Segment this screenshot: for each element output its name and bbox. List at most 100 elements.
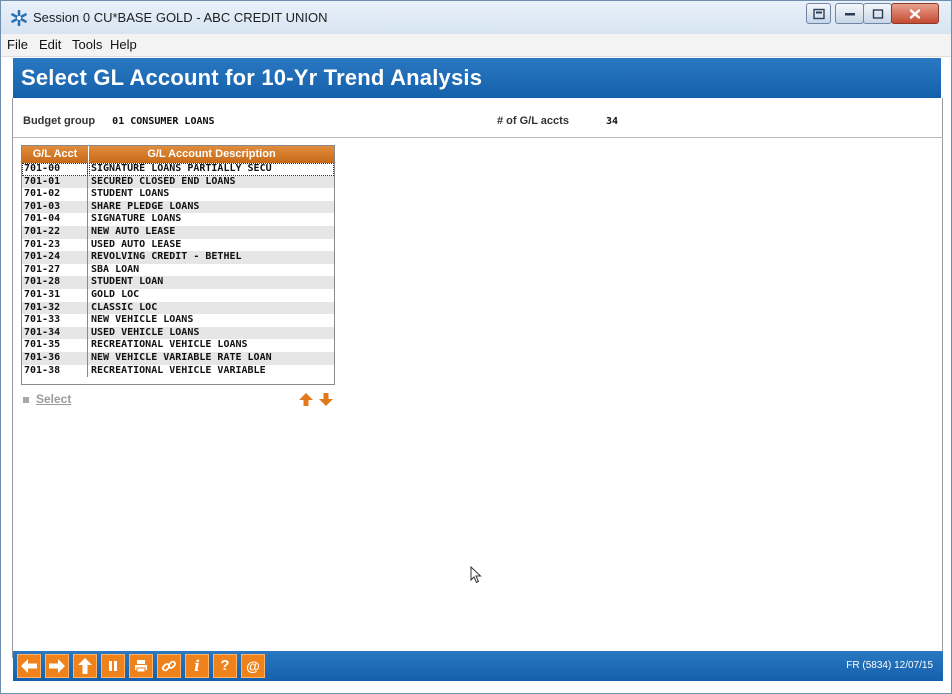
cell-description: SIGNATURE LOANS PARTIALLY SECU [89, 163, 334, 176]
table-header: G/L Acct G/L Account Description [22, 146, 334, 163]
table-row[interactable]: 701-00 SIGNATURE LOANS PARTIALLY SECU [22, 163, 334, 176]
page-header: Select GL Account for 10-Yr Trend Analys… [13, 58, 941, 98]
info-button[interactable]: i [185, 654, 209, 678]
application-window: Session 0 CU*BASE GOLD - ABC CREDIT UNIO… [0, 0, 952, 694]
page-down-icon[interactable] [318, 392, 334, 407]
table-row[interactable]: 701-31 GOLD LOC [22, 289, 334, 302]
table-row[interactable]: 701-28 STUDENT LOAN [22, 276, 334, 289]
minimize-button[interactable] [835, 3, 864, 24]
mouse-pointer-icon [470, 566, 482, 584]
cell-description: STUDENT LOANS [91, 188, 170, 200]
link-button[interactable] [157, 654, 181, 678]
cell-description: SBA LOAN [91, 263, 140, 275]
table-row[interactable]: 701-27 SBA LOAN [22, 263, 334, 277]
gl-count-info: # of G/L accts 34 [497, 115, 618, 127]
cell-gl-acct: 701-23 [22, 238, 88, 252]
cell-gl-acct: 701-38 [22, 364, 88, 378]
table-row[interactable]: 701-23 USED AUTO LEASE [22, 238, 334, 252]
cell-gl-acct: 701-33 [22, 314, 88, 327]
cell-description: CLASSIC LOC [91, 301, 158, 313]
forward-icon [49, 659, 65, 673]
print-icon [135, 660, 147, 673]
restore-doc-icon [812, 8, 825, 19]
close-button[interactable] [891, 3, 939, 24]
bullet-icon [23, 396, 29, 403]
table-row[interactable]: 701-34 USED VEHICLE LOANS [22, 326, 334, 340]
minimize-icon [844, 12, 855, 15]
gl-count-label: # of G/L accts [497, 115, 569, 127]
cell-description: STUDENT LOAN [91, 276, 164, 288]
menu-edit[interactable]: Edit [39, 37, 61, 52]
cell-description: RECREATIONAL VEHICLE LOANS [91, 339, 248, 351]
menu-bar: File Edit Tools Help [1, 34, 951, 57]
table-row[interactable]: 701-35 RECREATIONAL VEHICLE LOANS [22, 339, 334, 352]
cell-description: GOLD LOC [91, 289, 140, 300]
footer-toolbar: i ? @ FR (5834) 12/07/15 [13, 651, 943, 681]
menu-tools[interactable]: Tools [72, 37, 102, 52]
link-icon [161, 660, 177, 672]
print-button[interactable] [129, 654, 153, 678]
maximize-button[interactable] [863, 3, 892, 24]
page-up-icon[interactable] [298, 392, 314, 407]
content-right-border [942, 98, 943, 658]
cell-gl-acct: 701-04 [22, 213, 88, 226]
table-row[interactable]: 701-32 CLASSIC LOC [22, 301, 334, 315]
pause-icon [109, 661, 117, 671]
cell-description: NEW VEHICLE VARIABLE RATE LOAN [91, 352, 272, 363]
cell-description: USED VEHICLE LOANS [91, 326, 200, 338]
email-button[interactable]: @ [241, 654, 265, 678]
help-button[interactable]: ? [213, 654, 237, 678]
title-bar: Session 0 CU*BASE GOLD - ABC CREDIT UNIO… [1, 1, 951, 34]
back-button[interactable] [17, 654, 41, 678]
cell-gl-acct: 701-03 [22, 200, 88, 214]
cell-gl-acct: 701-02 [22, 188, 88, 201]
budget-group-info: Budget group 01 CONSUMER LOANS [23, 115, 215, 127]
help-icon: ? [220, 657, 230, 674]
cell-gl-acct: 701-34 [22, 326, 88, 340]
info-icon: i [194, 657, 200, 675]
table-row[interactable]: 701-24 REVOLVING CREDIT - BETHEL [22, 251, 334, 264]
forward-button[interactable] [45, 654, 69, 678]
cell-gl-acct: 701-28 [22, 276, 88, 289]
status-text: FR (5834) 12/07/15 [846, 660, 933, 671]
table-row[interactable]: 701-02 STUDENT LOANS [22, 188, 334, 201]
table-row[interactable]: 701-33 NEW VEHICLE LOANS [22, 314, 334, 327]
close-icon [909, 8, 921, 19]
table-row[interactable]: 701-01 SECURED CLOSED END LOANS [22, 175, 334, 189]
cell-description: NEW VEHICLE LOANS [91, 314, 194, 326]
maximize-icon [872, 8, 883, 19]
cell-gl-acct: 701-22 [22, 226, 88, 239]
cell-gl-acct: 701-27 [22, 263, 88, 277]
cell-description: NEW AUTO LEASE [91, 226, 176, 237]
menu-file[interactable]: File [7, 37, 28, 52]
email-icon: @ [246, 658, 260, 674]
page-arrows [298, 392, 334, 412]
cell-description: REVOLVING CREDIT - BETHEL [91, 251, 242, 263]
gl-account-table: G/L Acct G/L Account Description 701-00 S… [21, 145, 335, 385]
column-header-gl-acct[interactable]: G/L Acct [22, 146, 89, 163]
cell-gl-acct: 701-35 [22, 339, 88, 352]
cell-description: RECREATIONAL VEHICLE VARIABLE [91, 364, 266, 376]
asterisk-logo-icon [11, 10, 27, 26]
budget-group-value: 01 CONSUMER LOANS [112, 116, 215, 127]
cell-gl-acct: 701-01 [22, 175, 88, 189]
restore-doc-button[interactable] [806, 3, 831, 24]
table-row[interactable]: 701-36 NEW VEHICLE VARIABLE RATE LOAN [22, 352, 334, 365]
back-icon [21, 659, 37, 673]
table-row[interactable]: 701-03 SHARE PLEDGE LOANS [22, 200, 334, 214]
select-action[interactable]: Select [23, 392, 71, 406]
select-action-label: Select [36, 392, 72, 406]
window-title: Session 0 CU*BASE GOLD - ABC CREDIT UNIO… [33, 10, 328, 25]
cell-description: USED AUTO LEASE [91, 238, 182, 250]
cell-description: SIGNATURE LOANS [91, 213, 182, 225]
table-row[interactable]: 701-38 RECREATIONAL VEHICLE VARIABLE [22, 364, 334, 378]
column-header-description[interactable]: G/L Account Description [89, 146, 334, 163]
pause-button[interactable] [101, 654, 125, 678]
table-row[interactable]: 701-22 NEW AUTO LEASE [22, 226, 334, 239]
menu-help[interactable]: Help [110, 37, 137, 52]
table-row[interactable]: 701-04 SIGNATURE LOANS [22, 213, 334, 226]
cell-gl-acct: 701-36 [22, 352, 88, 365]
cell-gl-acct: 701-00 [22, 163, 88, 176]
cell-description: SECURED CLOSED END LOANS [91, 175, 236, 187]
up-button[interactable] [73, 654, 97, 678]
